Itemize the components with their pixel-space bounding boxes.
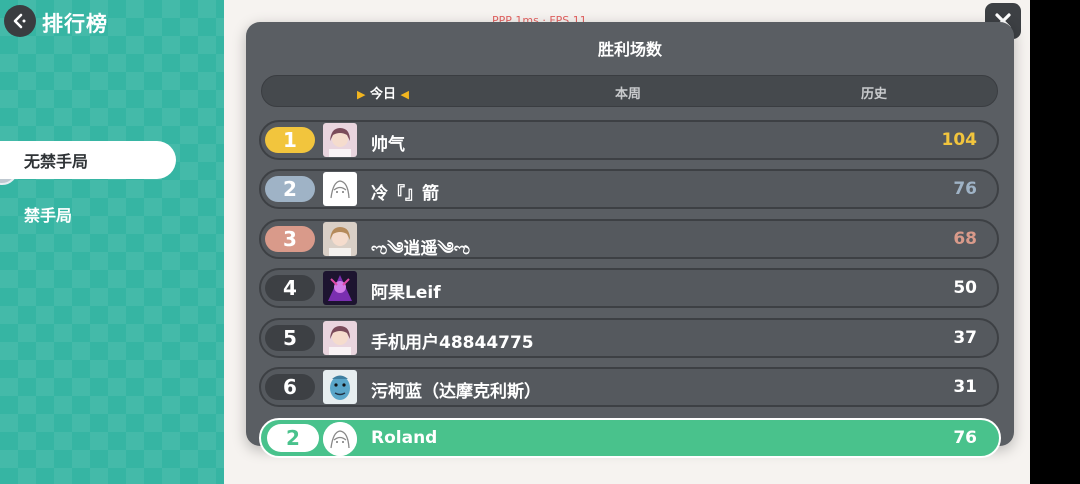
tab-history[interactable]: 历史 — [861, 83, 887, 102]
rank-pill: 1 — [265, 127, 315, 153]
self-score: 76 — [953, 428, 977, 448]
player-name: 帅气 — [371, 135, 405, 155]
rank-pill: 4 — [265, 275, 315, 301]
tab-label: 今日 — [370, 87, 397, 102]
player-name: 阿果Leif — [371, 283, 441, 303]
sidebar — [0, 0, 224, 484]
leaderboard-panel: 胜利场数 ▶ 今日 ◀ 本周 历史 1 帅气 104 2 冷『』箭 76 3 ಌ༄逍遥༄ಌ 68… — [246, 22, 1014, 446]
rank-pill: 3 — [265, 226, 315, 252]
player-name: 冷『』箭 — [371, 184, 439, 204]
screen-edge — [1030, 0, 1080, 484]
page-title: 排行榜 — [42, 12, 108, 36]
avatar — [323, 271, 357, 305]
back-arrow-icon — [13, 13, 26, 29]
leaderboard-row[interactable]: 5 手机用户48844775 37 — [259, 318, 999, 358]
self-rank-row[interactable]: 2 Roland 76 — [259, 418, 1001, 458]
sketch-avatar-icon — [323, 422, 357, 456]
leaderboard-row[interactable]: 2 冷『』箭 76 — [259, 169, 999, 209]
player-score: 68 — [953, 229, 977, 249]
tab-week[interactable]: 本周 — [615, 83, 641, 102]
player-score: 76 — [953, 179, 977, 199]
player-score: 50 — [953, 278, 977, 298]
rank-pill: 5 — [265, 325, 315, 351]
avatar — [323, 422, 357, 456]
self-name: Roland — [371, 428, 438, 448]
player-name: 手机用户48844775 — [371, 333, 534, 353]
leaderboard-row[interactable]: 1 帅气 104 — [259, 120, 999, 160]
rank-pill: 6 — [265, 374, 315, 400]
sidebar-item-no-restriction[interactable]: 无禁手局 — [0, 141, 176, 179]
avatar — [323, 321, 357, 355]
leaderboard-row[interactable]: 4 阿果Leif 50 — [259, 268, 999, 308]
avatar — [323, 123, 357, 157]
player-name: 污柯蓝（达摩克利斯） — [371, 382, 541, 402]
tab-today[interactable]: ▶ 今日 ◀ — [357, 83, 409, 102]
tab-arrow-left-icon: ▶ — [357, 88, 366, 101]
avatar — [323, 370, 357, 404]
sidebar-item-label: 无禁手局 — [24, 152, 89, 171]
leaderboard-row[interactable]: 6 污柯蓝（达摩克利斯） 31 — [259, 367, 999, 407]
tab-arrow-right-icon: ◀ — [400, 88, 410, 101]
sidebar-item-restriction[interactable]: 禁手局 — [24, 202, 72, 226]
panel-title: 胜利场数 — [597, 40, 662, 59]
period-tabs: ▶ 今日 ◀ 本周 历史 — [261, 75, 998, 107]
back-button[interactable] — [4, 5, 36, 37]
leaderboard-row[interactable]: 3 ಌ༄逍遥༄ಌ 68 — [259, 219, 999, 259]
avatar — [323, 172, 357, 206]
avatar — [323, 222, 357, 256]
self-rank-pill: 2 — [267, 424, 319, 452]
player-score: 104 — [941, 130, 978, 150]
player-score: 37 — [953, 328, 977, 348]
player-score: 31 — [953, 377, 977, 397]
rank-pill: 2 — [265, 176, 315, 202]
